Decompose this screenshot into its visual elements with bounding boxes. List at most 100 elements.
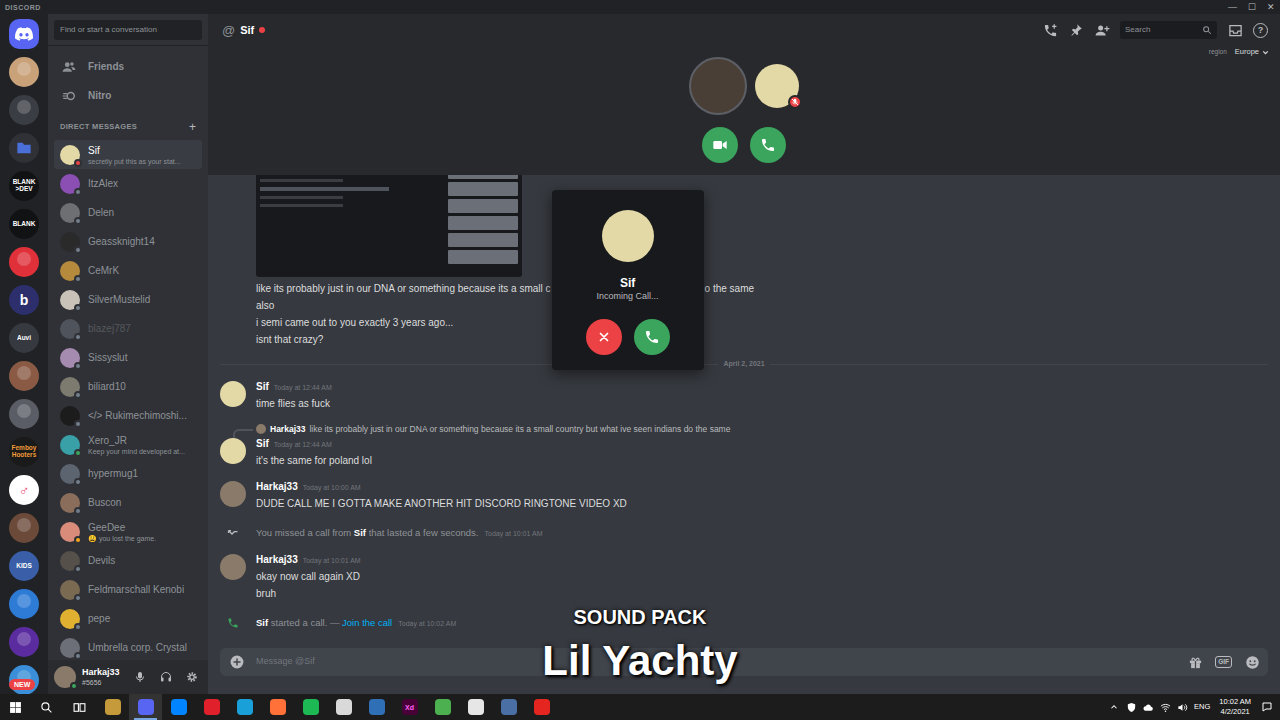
server-icon[interactable] (9, 247, 39, 277)
cloud-icon[interactable] (1143, 702, 1154, 713)
security-icon[interactable] (1126, 702, 1137, 713)
taskbar-app[interactable] (162, 694, 195, 720)
server-icon[interactable]: b (9, 285, 39, 315)
start-call-icon[interactable] (1042, 22, 1058, 38)
search-icon[interactable] (30, 694, 63, 720)
taskbar-app[interactable] (492, 694, 525, 720)
server-icon[interactable]: ♂ (9, 475, 39, 505)
dm-row[interactable]: CeMrK (54, 256, 202, 285)
server-icon[interactable]: BLANK>DEV (9, 171, 39, 201)
message-input[interactable] (256, 655, 1175, 669)
region-selector[interactable]: regionEurope (1209, 47, 1270, 57)
task-view-icon[interactable] (63, 694, 96, 720)
windows-start-icon[interactable] (0, 694, 30, 720)
new-badge[interactable]: NEW (9, 679, 35, 690)
create-dm-button[interactable]: + (189, 121, 196, 133)
reply-reference[interactable]: Harkaj33like its probably just in our DN… (220, 422, 1268, 436)
user-avatar[interactable] (220, 438, 246, 464)
dm-row[interactable]: Sissyslut (54, 343, 202, 372)
user-avatar[interactable] (220, 481, 246, 507)
dm-row[interactable]: Buscon (54, 488, 202, 517)
server-icon[interactable]: BLANK (9, 209, 39, 239)
dm-row[interactable]: Geassknight14 (54, 227, 202, 256)
taskbar-app[interactable]: Xd (393, 694, 426, 720)
gift-icon[interactable] (1187, 654, 1203, 670)
server-icon[interactable] (9, 627, 39, 657)
help-button[interactable]: ? (1253, 23, 1268, 38)
dm-row[interactable]: ItzAlex (54, 169, 202, 198)
network-icon[interactable] (1160, 702, 1171, 713)
input-language[interactable]: ENG (1194, 703, 1210, 711)
user-avatar[interactable] (220, 381, 246, 407)
system-user-name[interactable]: Sif (256, 617, 268, 628)
taskbar-app[interactable] (261, 694, 294, 720)
volume-icon[interactable] (1177, 702, 1188, 713)
dm-row[interactable]: Xero_JRKeep your mind developed at... (54, 430, 202, 459)
taskbar-app[interactable] (426, 694, 459, 720)
nav-item[interactable]: Friends (54, 52, 202, 81)
voice-call-icon[interactable] (750, 127, 786, 163)
dm-row[interactable]: </> Rukimechimoshi... (54, 401, 202, 430)
join-call-link[interactable]: Join the call (342, 617, 392, 628)
server-icon[interactable] (9, 57, 39, 87)
system-user-name[interactable]: Sif (354, 527, 366, 538)
dm-row[interactable]: SilverMustelid (54, 285, 202, 314)
taskbar-app[interactable] (525, 694, 558, 720)
dm-row[interactable]: Feldmarschall Kenobi (54, 575, 202, 604)
notifications-icon[interactable] (1260, 700, 1274, 714)
server-icon[interactable] (9, 589, 39, 619)
server-icon[interactable] (9, 19, 39, 49)
minimize-button[interactable]: — (1223, 0, 1242, 14)
microphone-icon[interactable] (130, 667, 150, 687)
emoji-icon[interactable] (1244, 654, 1260, 670)
message-author[interactable]: Sif (256, 379, 269, 394)
server-icon[interactable] (9, 95, 39, 125)
taskbar-app[interactable] (228, 694, 261, 720)
taskbar-app[interactable] (459, 694, 492, 720)
gif-button[interactable]: GIF (1215, 656, 1232, 668)
taskbar-app[interactable] (195, 694, 228, 720)
message-author[interactable]: Sif (256, 436, 269, 451)
dm-row[interactable]: Sifsecretly put this as your stat... (54, 140, 202, 169)
conversation-search-input[interactable] (54, 20, 202, 40)
server-icon[interactable]: Auvi (9, 323, 39, 353)
settings-gear-icon[interactable] (182, 667, 202, 687)
maximize-button[interactable]: ☐ (1242, 0, 1261, 14)
close-button[interactable]: ✕ (1261, 0, 1280, 14)
server-icon[interactable] (9, 513, 39, 543)
inbox-icon[interactable] (1227, 22, 1243, 38)
decline-call-icon[interactable] (586, 319, 622, 355)
image-attachment[interactable] (256, 175, 522, 277)
user-avatar[interactable] (220, 554, 246, 580)
dm-row[interactable]: Delen (54, 198, 202, 227)
dm-row[interactable]: hypermug1 (54, 459, 202, 488)
user-avatar[interactable] (54, 666, 76, 688)
server-icon[interactable]: KIDS (9, 551, 39, 581)
dm-row[interactable]: blazej787 (54, 314, 202, 343)
tray-expand-icon[interactable] (1108, 701, 1120, 713)
dm-row[interactable]: Devils (54, 546, 202, 575)
nav-item[interactable]: Nitro (54, 81, 202, 110)
user-avatar[interactable] (256, 424, 266, 434)
taskbar-app[interactable] (129, 694, 162, 720)
dm-row[interactable]: Umbrella corp. Crystal (54, 633, 202, 660)
dm-row[interactable]: GeeDee😩 you lost the game. (54, 517, 202, 546)
taskbar-app[interactable] (96, 694, 129, 720)
dm-row[interactable]: biliard10 (54, 372, 202, 401)
server-icon[interactable] (9, 399, 39, 429)
headphones-icon[interactable] (156, 667, 176, 687)
server-icon[interactable] (9, 361, 39, 391)
server-icon[interactable]: FemboyHooters (9, 437, 39, 467)
message-author[interactable]: Harkaj33 (256, 552, 298, 567)
search-input[interactable] (1125, 24, 1199, 36)
server-icon[interactable] (9, 133, 39, 163)
video-call-icon[interactable] (702, 127, 738, 163)
pin-icon[interactable] (1068, 22, 1084, 38)
attach-plus-icon[interactable] (230, 655, 244, 669)
message-author[interactable]: Harkaj33 (256, 479, 298, 494)
taskbar-app[interactable] (327, 694, 360, 720)
accept-call-icon[interactable] (634, 319, 670, 355)
add-friend-icon[interactable] (1094, 22, 1110, 38)
taskbar-app[interactable] (360, 694, 393, 720)
clock[interactable]: 10:02 AM4/2/2021 (1216, 697, 1254, 717)
